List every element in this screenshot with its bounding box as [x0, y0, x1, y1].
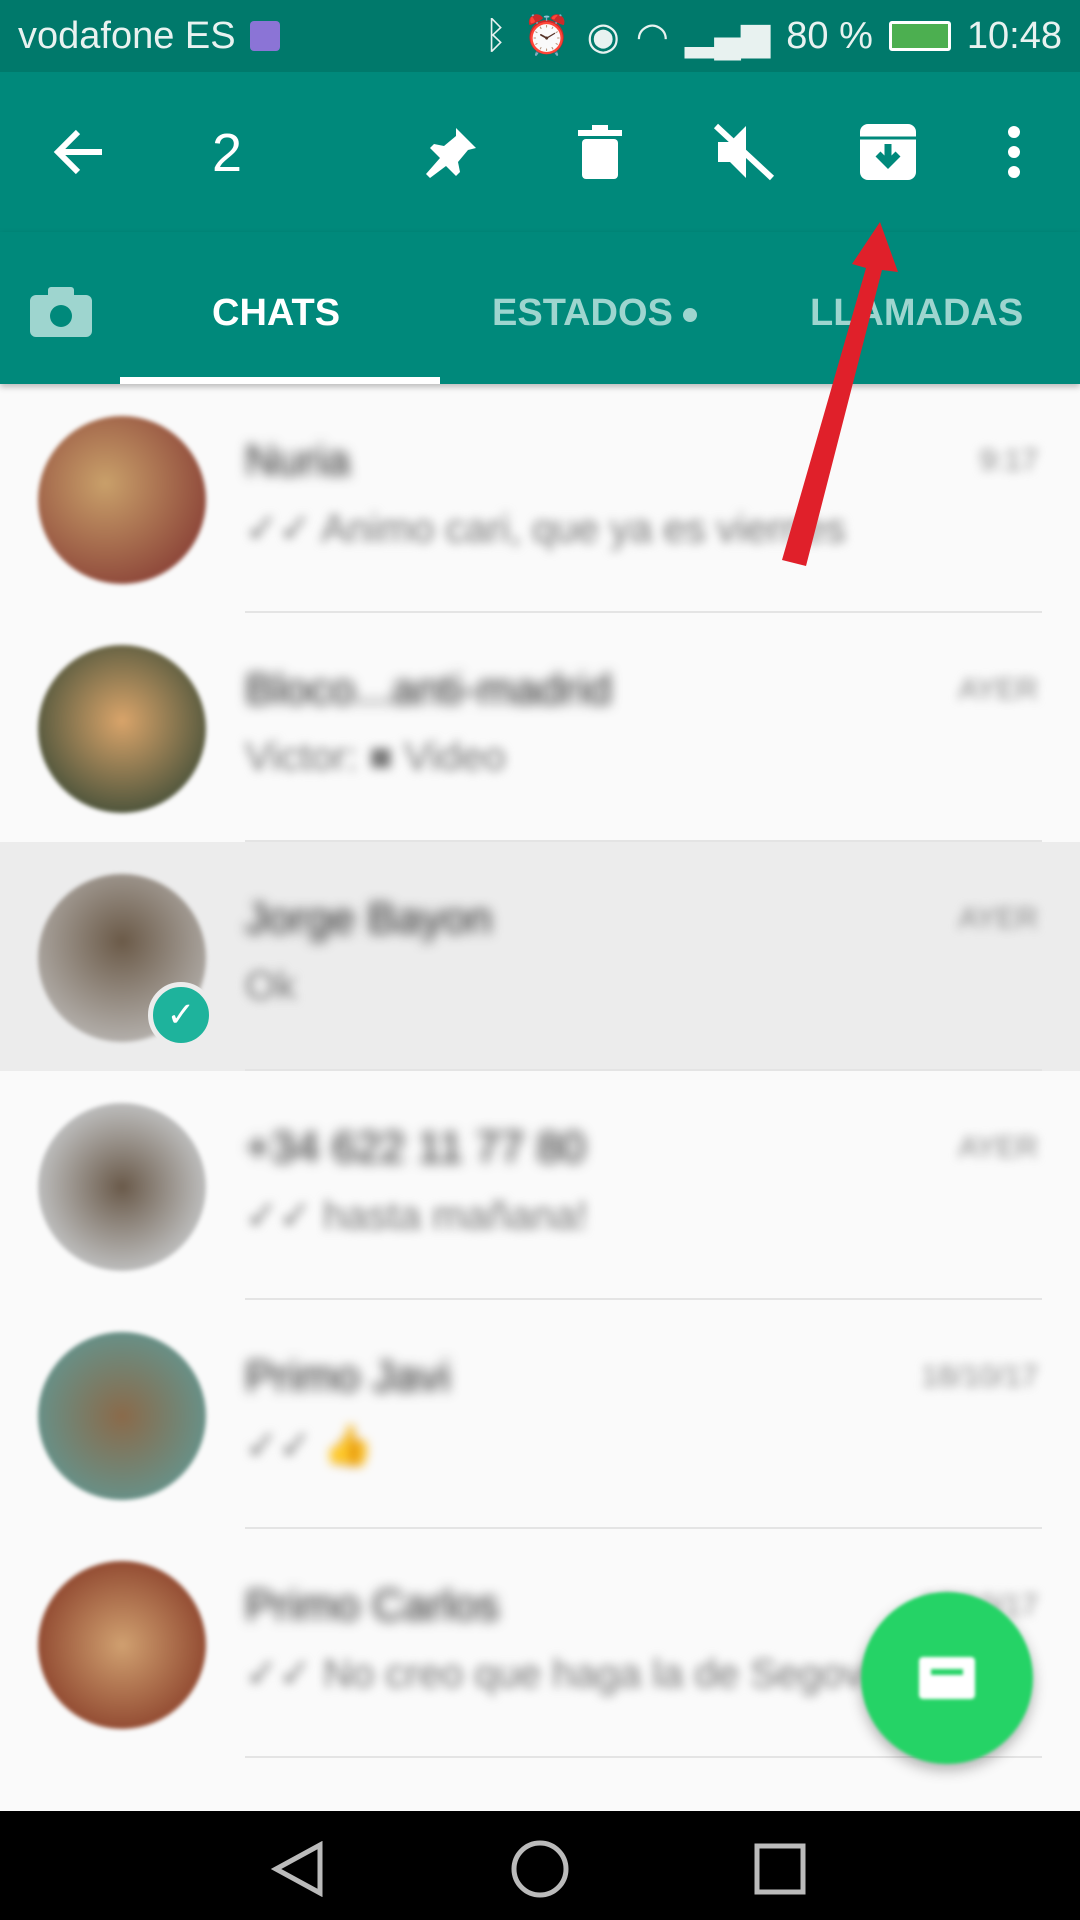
alarm-icon: ⏰	[523, 15, 571, 57]
selection-toolbar: 2	[0, 72, 1080, 232]
active-tab-indicator	[120, 377, 440, 384]
chat-last-message: ✓✓ Animo cari, que ya es viernes	[245, 507, 846, 551]
tab-chats[interactable]: CHATS	[212, 292, 340, 335]
selected-count: 2	[212, 123, 243, 183]
status-bar: vodafone ES ᛒ ⏰ ◉ ◠ ▂▄▆ 80 % 10:48	[0, 0, 1080, 72]
avatar[interactable]	[38, 416, 206, 584]
chat-time: 18/10/17	[921, 1360, 1038, 1393]
delete-icon	[578, 125, 622, 179]
chat-time: AYER	[958, 673, 1038, 706]
avatar[interactable]	[38, 645, 206, 813]
chat-last-message: ✓✓ hasta mañana!	[245, 1194, 588, 1238]
eye-icon: ◉	[586, 15, 620, 58]
chat-row[interactable]: +34 622 11 77 80 AYER ✓✓ hasta mañana!	[0, 1071, 1080, 1300]
avatar[interactable]	[38, 1103, 206, 1271]
archive-icon	[860, 124, 916, 180]
clock: 10:48	[966, 14, 1062, 57]
nav-recents-icon[interactable]	[754, 1843, 806, 1895]
chat-name: +34 622 11 77 80	[245, 1123, 586, 1172]
chat-time: 9:17	[979, 444, 1038, 477]
chat-last-message: ✓✓ 👍	[245, 1424, 373, 1468]
tab-estados-label: ESTADOS	[492, 292, 673, 334]
more-options-button[interactable]	[974, 112, 1054, 192]
battery-charging-icon	[888, 21, 951, 51]
back-button[interactable]	[38, 112, 118, 192]
archive-button[interactable]	[848, 112, 928, 192]
selected-check-icon: ✓	[148, 982, 214, 1048]
chat-last-message: ✓✓ No creo que haga la de Segovia	[245, 1652, 895, 1696]
nav-back-icon[interactable]	[270, 1841, 326, 1897]
chat-time: AYER	[958, 1131, 1038, 1164]
chat-name: Nuria	[245, 436, 351, 485]
signal-icon: ▂▄▆	[684, 15, 771, 58]
new-chat-button[interactable]	[861, 1592, 1033, 1764]
mute-icon	[713, 123, 775, 181]
pin-icon	[426, 128, 476, 178]
bluetooth-icon: ᛒ	[484, 14, 508, 57]
chat-name: Bloco...anti-madrid	[245, 665, 612, 714]
delete-button[interactable]	[560, 112, 640, 192]
chat-name: Primo Javi	[245, 1352, 451, 1401]
chat-row[interactable]: Primo Javi 18/10/17 ✓✓ 👍	[0, 1300, 1080, 1529]
more-icon	[1008, 126, 1020, 178]
camera-icon	[30, 287, 92, 337]
chat-row[interactable]: Bloco...anti-madrid AYER Victor: ■ Video	[0, 613, 1080, 842]
tab-bar: CHATS ESTADOS LLAMADAS	[0, 232, 1080, 384]
camera-tab[interactable]	[30, 287, 92, 342]
chat-time: AYER	[958, 902, 1038, 935]
chat-last-message: Victor: ■ Video	[245, 735, 506, 779]
navigation-bar	[0, 1811, 1080, 1920]
new-status-dot	[683, 307, 698, 322]
mute-button[interactable]	[704, 112, 784, 192]
gallery-icon	[249, 21, 280, 51]
battery-level: 80 %	[786, 14, 873, 57]
tab-llamadas[interactable]: LLAMADAS	[810, 292, 1023, 335]
pin-button[interactable]	[412, 112, 492, 192]
wifi-icon: ◠	[635, 15, 669, 58]
chat-name: Primo Carlos	[245, 1581, 500, 1630]
avatar[interactable]	[38, 1332, 206, 1500]
nav-home-icon[interactable]	[510, 1839, 570, 1899]
back-icon	[53, 129, 102, 175]
chat-row[interactable]: ✓ Jorge Bayon AYER Ok	[0, 842, 1080, 1071]
chat-last-message: Ok	[245, 964, 297, 1008]
chat-name: Jorge Bayon	[245, 894, 493, 943]
chat-row[interactable]: Nuria 9:17 ✓✓ Animo cari, que ya es vier…	[0, 384, 1080, 613]
new-chat-icon	[919, 1657, 975, 1699]
avatar[interactable]	[38, 1561, 206, 1729]
carrier: vodafone ES	[18, 14, 236, 57]
tab-estados[interactable]: ESTADOS	[492, 292, 698, 335]
